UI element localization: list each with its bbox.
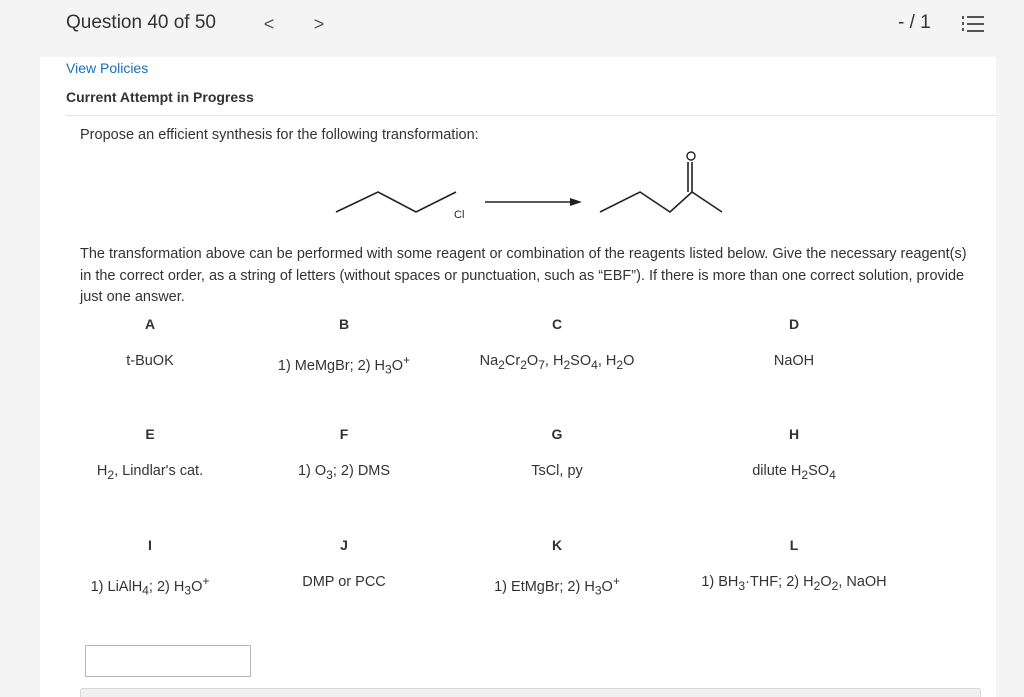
reagent-a: t-BuOK [126,353,174,369]
reagent-letter-d: D [788,316,800,332]
reaction-scheme: Cl [335,151,723,221]
question-counter: Question 40 of 50 [66,12,216,33]
reagent-letter-l: L [789,537,799,553]
chlorine-label: Cl [454,209,464,221]
reagent-g: TsCl, py [531,463,583,479]
reagent-e: H2, Lindlar's cat. [96,463,204,482]
reagent-letter-b: B [338,316,350,332]
oxygen-atom [686,151,696,161]
question-instructions: The transformation above can be performe… [80,246,967,305]
reagent-h: dilute H2SO4 [752,463,836,482]
arrowhead-icon [570,198,582,206]
attempt-status: Current Attempt in Progress [66,89,254,105]
reagent-letter-f: F [339,426,349,442]
answer-input[interactable] [85,645,251,677]
reactant-structure [335,191,457,213]
reagent-letter-j: J [340,537,348,553]
top-bar: Question 40 of 50 < > - / 1 [0,0,1024,57]
product-structure [599,190,723,214]
question-prompt: Propose an efficient synthesis for the f… [80,127,479,143]
reagent-b: 1) MeMgBr; 2) H3O+ [277,353,411,377]
reagent-letter-g: G [551,426,563,442]
reagent-d: NaOH [773,353,815,369]
list-icon[interactable] [962,14,984,34]
divider [66,115,996,116]
reagent-k: 1) EtMgBr; 2) H3O+ [494,574,620,598]
chevron-right-icon: > [313,13,325,34]
left-margin [0,57,40,697]
reagent-i: 1) LiAlH4; 2) H3O+ [90,574,210,598]
previous-question-button[interactable]: < [260,13,278,35]
reagent-j: DMP or PCC [302,574,386,590]
next-question-button[interactable]: > [310,13,328,35]
bottom-panel [80,688,981,697]
reagent-f: 1) O3; 2) DMS [297,463,391,482]
view-policies-link[interactable]: View Policies [66,60,148,76]
reagent-letter-c: C [551,316,563,332]
reagent-letter-h: H [788,426,800,442]
reagent-c: Na2Cr2O7, H2SO4, H2O [479,353,635,372]
right-margin [996,57,1024,697]
reagent-letter-e: E [145,426,155,442]
score-display: - / 1 [898,12,931,33]
reagent-letter-a: A [144,316,156,332]
reagent-l: 1) BH3·THF; 2) H2O2, NaOH [701,574,887,593]
reagent-letter-i: I [148,537,152,553]
chevron-left-icon: < [263,13,275,34]
reagent-letter-k: K [551,537,563,553]
